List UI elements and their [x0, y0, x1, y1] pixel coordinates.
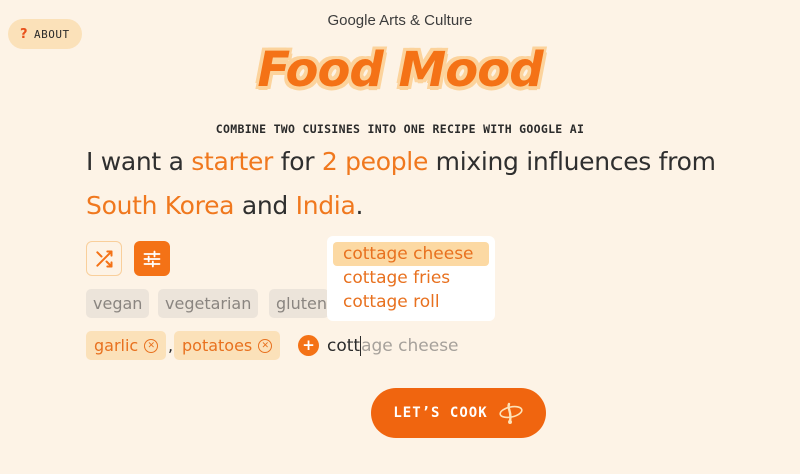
- brand-title: Google Arts & Culture: [327, 12, 473, 29]
- ingredient-tag: potatoes ✕: [174, 331, 281, 360]
- suggestion-item[interactable]: cottage fries: [337, 266, 485, 290]
- whisk-icon: [499, 402, 523, 424]
- diet-chip-gluten[interactable]: gluten: [269, 289, 329, 318]
- ingredient-tag-label: garlic: [94, 336, 139, 355]
- input-typed-text: cott: [327, 336, 361, 356]
- sentence-text: for: [273, 147, 322, 176]
- people-selector[interactable]: 2 people: [322, 147, 429, 176]
- sliders-icon: [143, 250, 161, 267]
- suggestion-item[interactable]: cottage roll: [337, 290, 485, 314]
- app-logo: Food Mood: [257, 42, 543, 98]
- cuisine-selector-2[interactable]: India: [296, 191, 356, 220]
- shuffle-button[interactable]: [86, 241, 122, 276]
- sentence-text: mixing influences from: [428, 147, 716, 176]
- ingredient-tag: garlic ✕: [86, 331, 167, 360]
- remove-icon[interactable]: ✕: [258, 338, 273, 353]
- ingredient-tag-label: potatoes: [182, 336, 253, 355]
- course-selector[interactable]: starter: [191, 147, 273, 176]
- sentence-text: and: [234, 191, 296, 220]
- remove-icon[interactable]: ✕: [144, 338, 159, 353]
- recipe-sentence: I want a starter for 2 people mixing inf…: [86, 140, 776, 228]
- input-autocomplete-hint: age cheese: [361, 336, 459, 356]
- tagline: COMBINE TWO CUISINES INTO ONE RECIPE WIT…: [215, 122, 585, 136]
- sentence-text: I want a: [86, 147, 192, 176]
- add-ingredient-button[interactable]: +: [298, 335, 319, 356]
- tag-separator: ,: [168, 336, 174, 355]
- lets-cook-button[interactable]: LET’S COOK: [371, 388, 546, 438]
- filters-button[interactable]: [134, 241, 170, 276]
- shuffle-icon: [96, 250, 113, 267]
- diet-chip-vegan[interactable]: vegan: [86, 289, 150, 318]
- sentence-text: .: [355, 191, 364, 220]
- lets-cook-label: LET’S COOK: [393, 405, 488, 421]
- suggestion-item[interactable]: cottage cheese: [333, 242, 489, 266]
- diet-chip-vegetarian[interactable]: vegetarian: [158, 289, 259, 318]
- suggestions-dropdown: cottage cheese cottage fries cottage rol…: [327, 236, 495, 321]
- ingredient-input[interactable]: cott age cheese: [327, 333, 459, 359]
- cuisine-selector-1[interactable]: South Korea: [86, 191, 234, 220]
- about-label: ABOUT: [34, 27, 70, 41]
